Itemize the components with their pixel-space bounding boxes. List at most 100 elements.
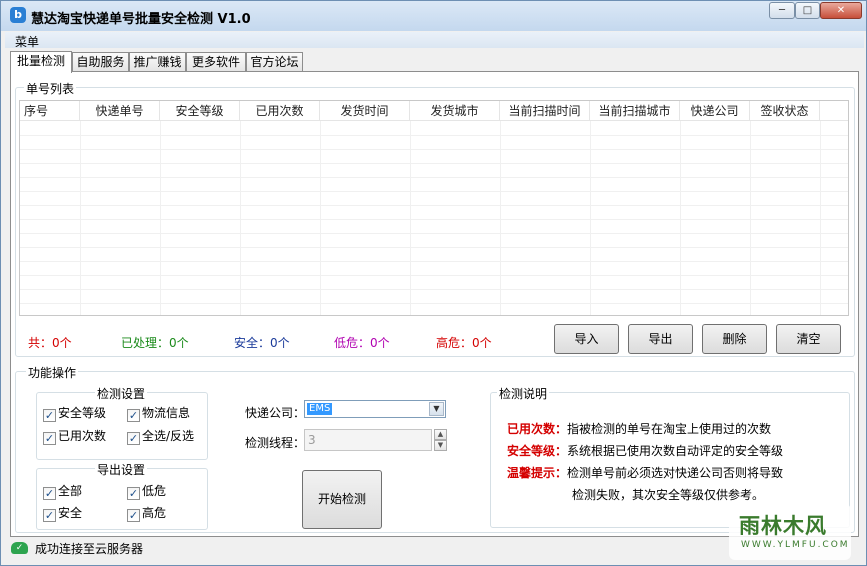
export-low-risk-label: 低危 [142, 484, 167, 498]
export-settings-group: 导出设置 ✓ 全部 ✓ 低危 ✓ 安全 ✓ 高危 [36, 461, 208, 530]
export-safe-checkbox[interactable]: ✓ 安全 [43, 505, 83, 522]
watermark-url: WWW.YLMFU.COM [741, 540, 850, 550]
description-used-count: 已用次数：指被检测的单号在淘宝上使用过的次数 [507, 420, 771, 437]
table-grid-line [20, 275, 848, 276]
threads-stepper-buttons: ▲ ▼ [434, 429, 447, 451]
table-grid-line [80, 121, 81, 315]
table-grid-line [20, 233, 848, 234]
column-header-courier[interactable]: 快递公司 [680, 101, 750, 121]
select-all-checkbox[interactable]: ✓ 全选/反选 [127, 428, 194, 445]
table-grid-line [240, 121, 241, 315]
detect-settings-group: 检测设置 ✓ 安全等级 ✓ 物流信息 ✓ 已用次数 ✓ 全选/反选 [36, 385, 208, 460]
checkbox-checked-icon: ✓ [43, 409, 56, 422]
tab-batch-detect[interactable]: 批量检测 [10, 51, 72, 73]
column-header-tracking-no[interactable]: 快递单号 [80, 101, 160, 121]
tracking-list-group: 单号列表 序号 快递单号 安全等级 已用次数 发货时间 发货城市 当前扫描时间 … [15, 80, 855, 357]
description-text: 检测单号前必须选对快递公司否则将导致 [567, 466, 784, 480]
table-grid-line [410, 121, 411, 315]
column-header-ship-time[interactable]: 发货时间 [320, 101, 410, 121]
export-low-risk-checkbox[interactable]: ✓ 低危 [127, 483, 167, 500]
maximize-button[interactable]: □ [795, 2, 820, 19]
spin-down-icon[interactable]: ▼ [434, 440, 447, 451]
checkbox-checked-icon: ✓ [43, 432, 56, 445]
table-grid-line [750, 121, 751, 315]
description-text: 指被检测的单号在淘宝上使用过的次数 [567, 422, 772, 436]
description-safety-level: 安全等级：系统根据已使用次数自动评定的安全等级 [507, 442, 783, 459]
table-grid-line [20, 247, 848, 248]
table-grid-line [160, 121, 161, 315]
app-window: b 慧达淘宝快递单号批量安全检测 V1.0 ─ □ ✕ 菜单 批量检测 自助服务… [0, 0, 867, 566]
table-grid-line [20, 289, 848, 290]
close-button[interactable]: ✕ [820, 2, 862, 19]
count-total: 共：0个 [28, 336, 72, 350]
batch-detect-panel: 单号列表 序号 快递单号 安全等级 已用次数 发货时间 发货城市 当前扫描时间 … [10, 71, 859, 537]
spin-up-icon[interactable]: ▲ [434, 429, 447, 440]
detect-settings-title: 检测设置 [95, 385, 148, 402]
watermark-main: 雨林木风 [739, 514, 827, 538]
count-high-risk: 高危：0个 [436, 336, 492, 350]
start-detect-button[interactable]: 开始检测 [302, 470, 382, 529]
column-header-index[interactable]: 序号 [20, 101, 80, 121]
export-high-risk-checkbox[interactable]: ✓ 高危 [127, 505, 167, 522]
checkbox-checked-icon: ✓ [127, 487, 140, 500]
minimize-button[interactable]: ─ [769, 2, 795, 19]
description-key: 已用次数： [507, 422, 568, 436]
checkbox-checked-icon: ✓ [43, 509, 56, 522]
tab-more-software[interactable]: 更多软件 [186, 52, 246, 72]
table-grid-line [20, 177, 848, 178]
description-continuation: 检测失败，其次安全等级仅供参考。 [572, 488, 765, 502]
safety-level-checkbox[interactable]: ✓ 安全等级 [43, 405, 106, 422]
courier-select[interactable]: EMS ▼ [304, 400, 446, 418]
export-settings-title: 导出设置 [95, 461, 148, 478]
import-button[interactable]: 导入 [554, 324, 619, 354]
table-grid-line [20, 135, 848, 136]
description-text: 系统根据已使用次数自动评定的安全等级 [567, 444, 784, 458]
checkbox-checked-icon: ✓ [127, 409, 140, 422]
menu-bar: 菜单 [5, 32, 864, 50]
menu-main[interactable]: 菜单 [15, 33, 39, 50]
export-button[interactable]: 导出 [628, 324, 693, 354]
tab-official-forum[interactable]: 官方论坛 [246, 52, 303, 72]
export-high-risk-label: 高危 [142, 506, 167, 520]
title-bar[interactable]: b 慧达淘宝快递单号批量安全检测 V1.0 ─ □ ✕ [1, 1, 866, 31]
export-all-label: 全部 [58, 484, 83, 498]
threads-label: 检测线程： [245, 436, 306, 450]
description-key: 温馨提示： [507, 466, 568, 480]
export-safe-label: 安全 [58, 506, 83, 520]
table-grid-line [590, 121, 591, 315]
export-all-checkbox[interactable]: ✓ 全部 [43, 483, 83, 500]
column-header-safety-level[interactable]: 安全等级 [160, 101, 240, 121]
table-grid-line [320, 121, 321, 315]
clear-button[interactable]: 清空 [776, 324, 841, 354]
column-header-ship-city[interactable]: 发货城市 [410, 101, 500, 121]
column-header-sign-status[interactable]: 签收状态 [750, 101, 820, 121]
column-header-used-count[interactable]: 已用次数 [240, 101, 320, 121]
table-header: 序号 快递单号 安全等级 已用次数 发货时间 发货城市 当前扫描时间 当前扫描城… [20, 101, 848, 121]
chevron-down-icon[interactable]: ▼ [429, 402, 444, 416]
tab-self-service[interactable]: 自助服务 [72, 52, 129, 72]
threads-stepper[interactable]: 3 [304, 429, 432, 451]
tab-promote-earn[interactable]: 推广赚钱 [129, 52, 186, 72]
count-safe: 安全：0个 [234, 336, 290, 350]
count-processed: 已处理：0个 [121, 336, 189, 350]
table-grid-line [500, 121, 501, 315]
table-grid-line [680, 121, 681, 315]
table-grid-line [20, 191, 848, 192]
logistics-info-checkbox[interactable]: ✓ 物流信息 [127, 405, 191, 422]
checkbox-checked-icon: ✓ [43, 487, 56, 500]
table-grid-line [20, 303, 848, 304]
description-key: 安全等级： [507, 444, 568, 458]
delete-button[interactable]: 删除 [702, 324, 767, 354]
table-grid-line [20, 219, 848, 220]
window-title: 慧达淘宝快递单号批量安全检测 V1.0 [31, 12, 251, 27]
checkbox-checked-icon: ✓ [127, 509, 140, 522]
column-header-scan-time[interactable]: 当前扫描时间 [500, 101, 590, 121]
cloud-check-icon: ✓ [11, 542, 28, 554]
used-count-checkbox[interactable]: ✓ 已用次数 [43, 428, 106, 445]
column-header-scan-city[interactable]: 当前扫描城市 [590, 101, 680, 121]
tracking-list-table[interactable]: 序号 快递单号 安全等级 已用次数 发货时间 发货城市 当前扫描时间 当前扫描城… [19, 100, 849, 316]
table-grid-line [820, 121, 821, 315]
logistics-info-label: 物流信息 [142, 406, 191, 420]
operations-title: 功能操作 [26, 364, 79, 381]
app-logo-icon: b [10, 7, 26, 23]
